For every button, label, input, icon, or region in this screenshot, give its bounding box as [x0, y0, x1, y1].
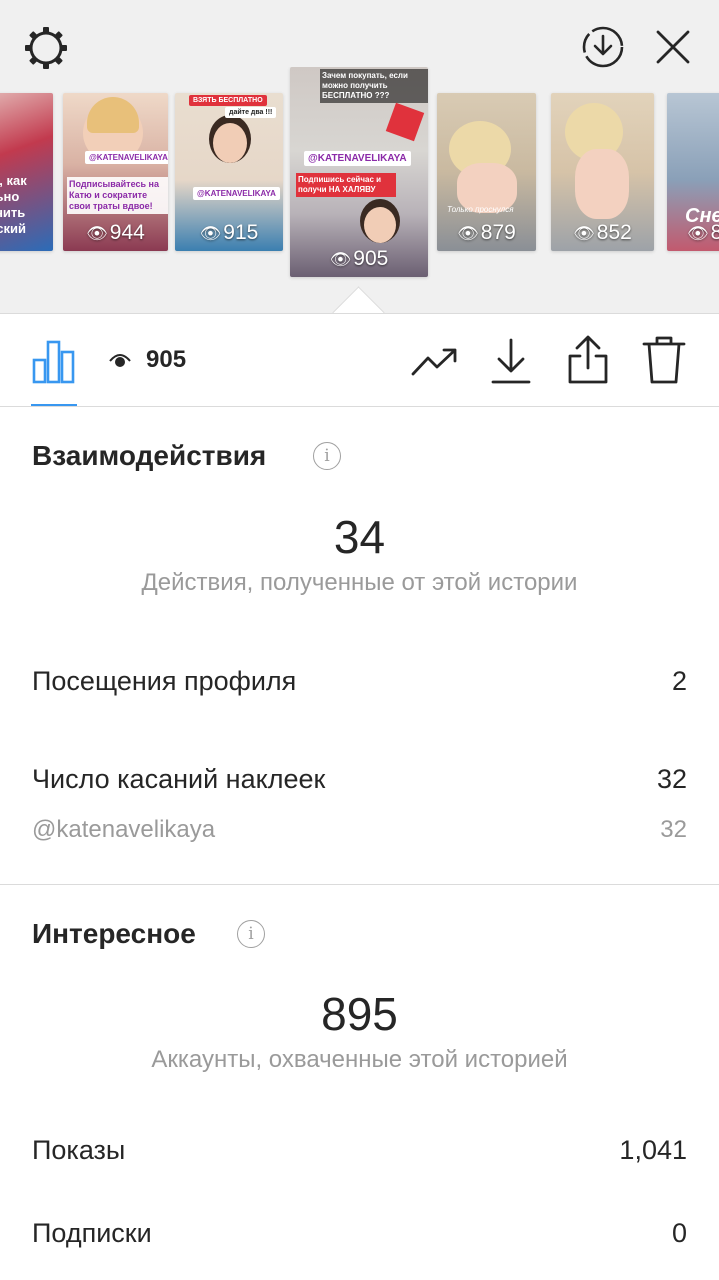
download-icon[interactable]: [490, 336, 532, 386]
story-caption: Подписывайтесь на Катю и сократите свои …: [67, 177, 168, 214]
eye-icon: 👁: [573, 224, 595, 243]
share-icon[interactable]: [565, 334, 611, 386]
story-views: 👁879: [457, 221, 516, 244]
discovery-title: Интересное: [32, 918, 196, 949]
sticker-handle-label[interactable]: @katenavelikaya: [32, 816, 215, 844]
story-thumbnail[interactable]: 👁852: [551, 93, 654, 251]
story-caption: мический: [0, 221, 26, 236]
story-handle: @KATENAVELIKAYA: [85, 151, 168, 164]
eye-icon: 👁: [86, 224, 108, 243]
story-thumbnail[interactable]: ВЗЯТЬ БЕСПЛАТНО дайте два !!! @KATENAVEL…: [175, 93, 283, 251]
story-views: 👁852: [573, 221, 632, 244]
sticker-handle-value: 32: [660, 816, 687, 843]
story-thumbnail[interactable]: Только проснулся 👁879: [437, 93, 536, 251]
close-icon[interactable]: [654, 28, 692, 66]
story-handle: @KATENAVELIKAYA: [193, 187, 280, 200]
profile-visits-label: Посещения профиля: [32, 666, 297, 696]
views-count: 905: [146, 346, 187, 373]
interactions-caption: Действия, полученные от этой истории: [141, 569, 578, 596]
impressions-label: Показы: [32, 1135, 126, 1165]
interactions-total: 34: [333, 511, 386, 563]
eye-icon: 👁: [457, 224, 479, 243]
discovery-total: 895: [321, 988, 398, 1040]
info-icon[interactable]: i: [237, 920, 265, 948]
sticker-taps-label: Число касаний наклеек: [32, 764, 326, 794]
follows-value: 0: [671, 1218, 687, 1248]
story-thumbnails: кажет, как циально наличить мический @KA…: [0, 67, 719, 287]
story-views: 👁915: [199, 221, 259, 244]
discovery-caption: Аккаунты, охваченные этой историей: [151, 1046, 568, 1073]
eye-icon: 👁: [687, 224, 709, 243]
impressions-value: 1,041: [619, 1135, 687, 1165]
bar-chart-icon[interactable]: [31, 338, 77, 384]
eye-icon: 👁: [329, 250, 352, 269]
interactions-title: Взаимодействия: [32, 440, 267, 471]
info-icon[interactable]: i: [313, 442, 341, 470]
gear-icon[interactable]: [22, 24, 70, 72]
story-caption: циально: [0, 189, 20, 204]
story-caption: наличить: [0, 205, 26, 220]
download-circle-icon[interactable]: [580, 24, 626, 70]
story-tag: дайте два !!!: [225, 107, 277, 118]
follows-label: Подписки: [32, 1218, 152, 1248]
story-caption: Подпишись сейчас и получи НА ХАЛЯВУ: [296, 173, 396, 197]
story-thumbnail[interactable]: кажет, как циально наличить мический: [0, 93, 53, 251]
story-caption: Только проснулся: [447, 205, 514, 214]
story-caption: кажет, как: [0, 173, 27, 188]
profile-visits-value: 2: [671, 666, 687, 696]
story-tag: ВЗЯТЬ БЕСПЛАТНО: [189, 95, 267, 106]
trend-icon[interactable]: [410, 342, 460, 382]
story-thumbnail[interactable]: Снег 👁8: [667, 93, 719, 251]
divider: [0, 884, 719, 885]
story-top-text: Зачем покупать, если можно получить БЕСП…: [320, 69, 428, 103]
story-views: 👁8: [687, 221, 719, 244]
story-handle: @KATENAVELIKAYA: [304, 151, 411, 166]
sticker-taps-value: 32: [656, 764, 687, 794]
story-thumbnail[interactable]: @KATENAVELIKAYA Подписывайтесь на Катю и…: [63, 93, 168, 251]
trash-icon[interactable]: [641, 334, 687, 386]
story-thumbnail-selected[interactable]: Зачем покупать, если можно получить БЕСП…: [290, 67, 428, 277]
story-views: 👁944: [86, 221, 145, 244]
eye-icon: 👁: [199, 224, 222, 243]
story-views: 👁905: [329, 247, 389, 270]
eye-icon: [109, 354, 131, 367]
divider: [0, 406, 719, 407]
